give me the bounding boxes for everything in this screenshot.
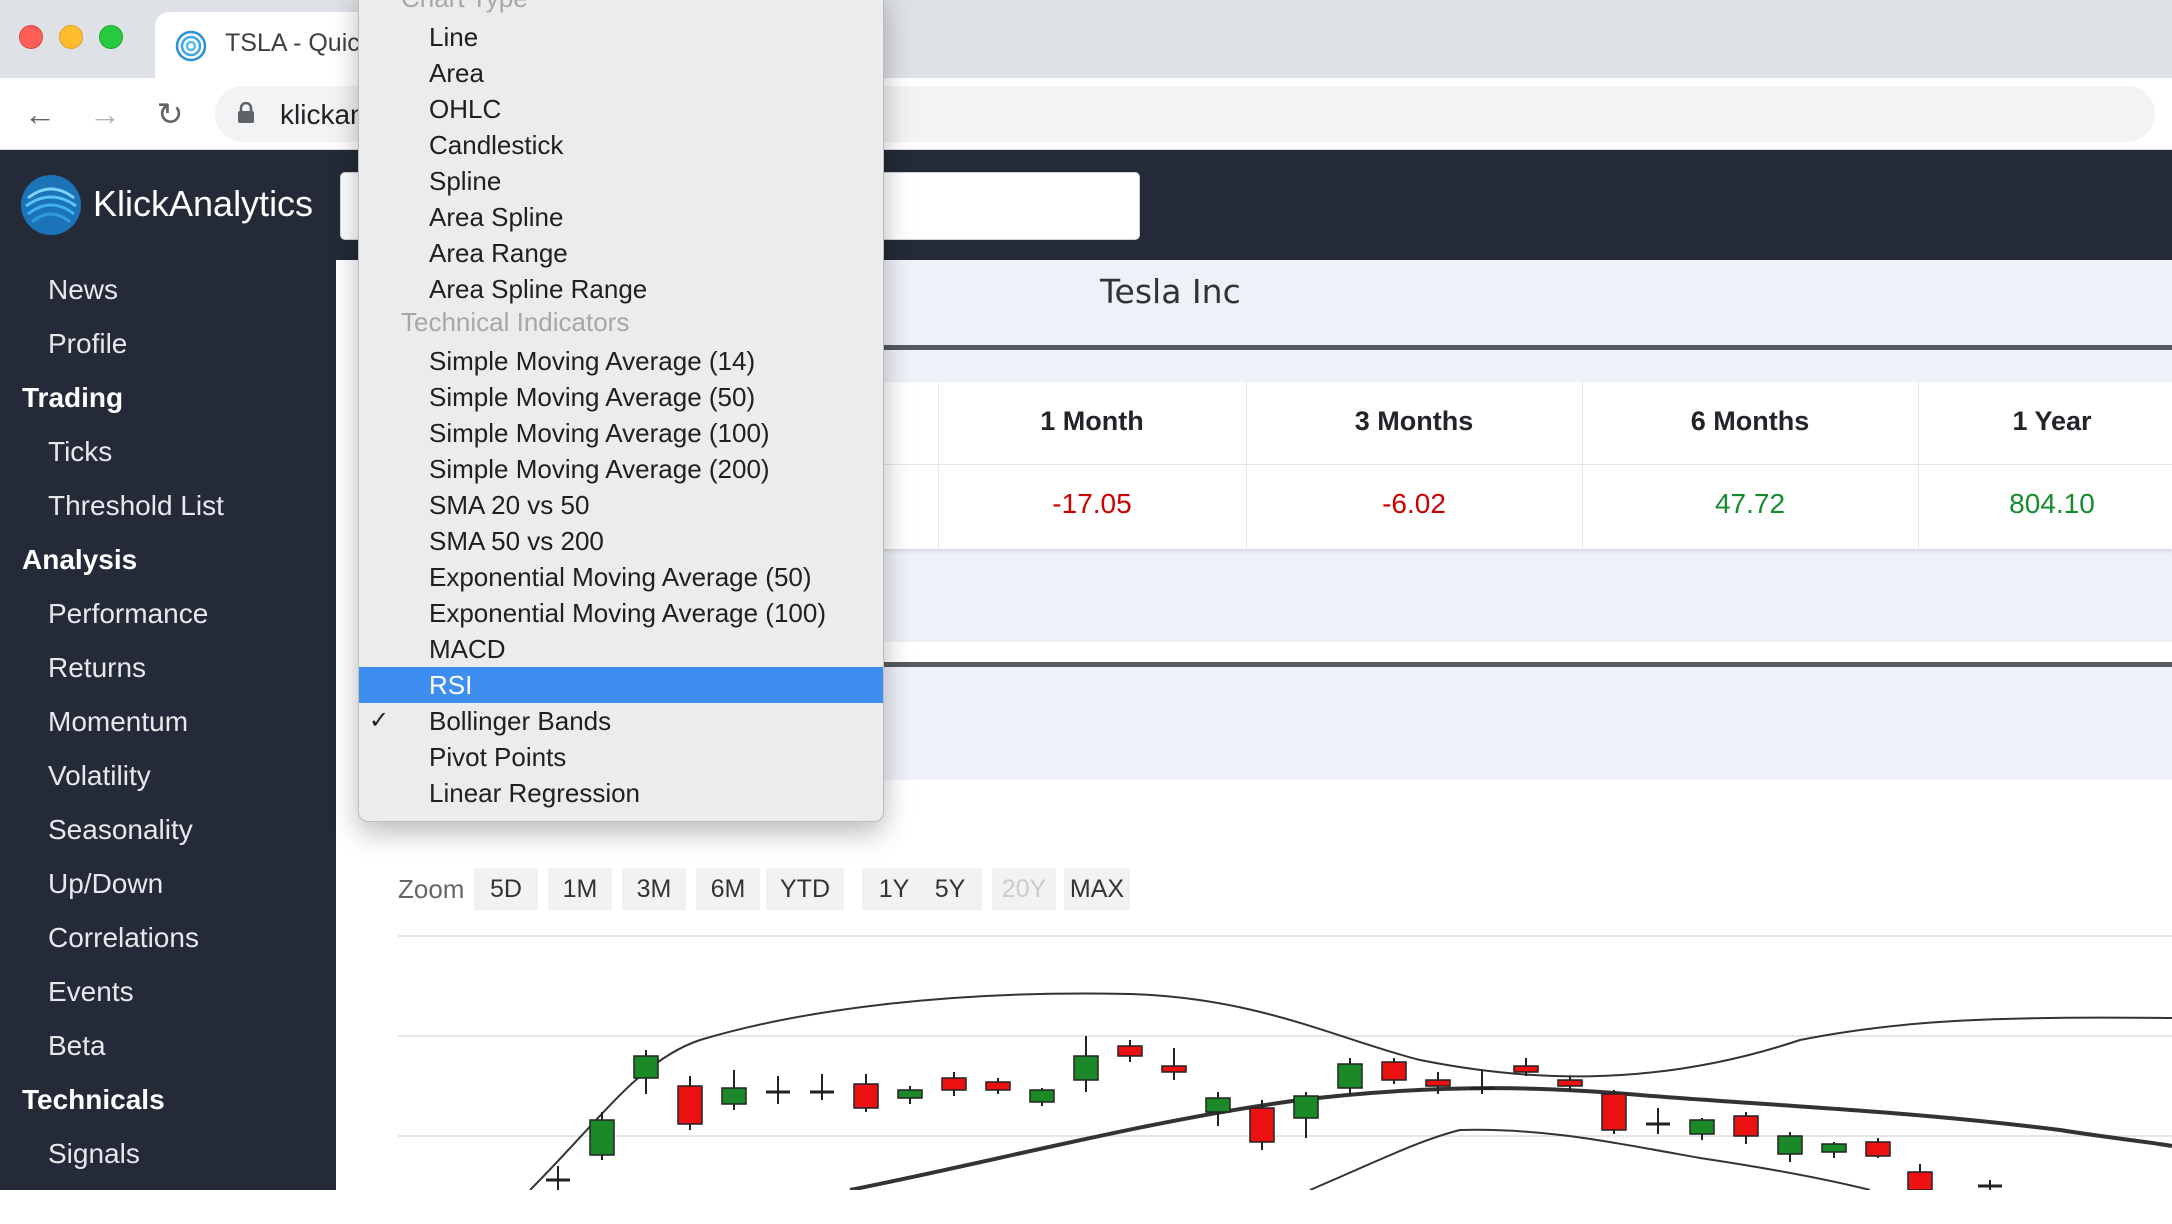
menu-item-label: OHLC	[429, 94, 502, 124]
menu-item-bollinger-bands[interactable]: ✓ Bollinger Bands	[359, 703, 883, 739]
sidebar-item-beta[interactable]: Beta	[48, 1030, 106, 1062]
sidebar-item-ticks[interactable]: Ticks	[48, 436, 112, 468]
brand-name[interactable]: KlickAnalytics	[93, 183, 313, 225]
menu-item-label: Area Spline	[429, 202, 564, 232]
sidebar-item-trading[interactable]: Trading	[22, 382, 123, 414]
menu-item-label: Area Spline Range	[429, 274, 648, 304]
zoom-button-6m[interactable]: 6M	[696, 868, 760, 910]
menu-item-sma-50-vs-200[interactable]: SMA 50 vs 200	[359, 523, 883, 559]
menu-item-ohlc[interactable]: OHLC	[359, 91, 883, 127]
return-value-6-months: 47.72	[1714, 488, 1786, 519]
menu-item-label: Simple Moving Average (100)	[429, 418, 770, 448]
menu-item-exponential-moving-average-50-[interactable]: Exponential Moving Average (50)	[359, 559, 883, 595]
forward-arrow-icon[interactable]: →	[85, 94, 125, 134]
return-value-3-months: -6.02	[1382, 488, 1446, 519]
menu-item-label: Exponential Moving Average (50)	[429, 562, 812, 592]
sidebar-item-returns[interactable]: Returns	[48, 652, 146, 684]
sidebar-item-performance[interactable]: Performance	[48, 598, 208, 630]
menu-item-simple-moving-average-100-[interactable]: Simple Moving Average (100)	[359, 415, 883, 451]
column-header-6-months: 6 Months	[1690, 406, 1810, 436]
zoom-button-1y[interactable]: 1Y	[862, 868, 926, 910]
sidebar-item-volatility[interactable]: Volatility	[48, 760, 151, 792]
reload-icon[interactable]: ↻	[150, 94, 190, 134]
menu-section-chart-type: Chart Type	[401, 0, 528, 14]
sidebar-item-threshold-list[interactable]: Threshold List	[48, 490, 224, 522]
menu-item-label: Simple Moving Average (14)	[429, 346, 756, 376]
zoom-button-3m[interactable]: 3M	[622, 868, 686, 910]
sidebar-item-events[interactable]: Events	[48, 976, 134, 1008]
browser-tab-bar: TSLA - Quick Summary	[0, 0, 2172, 78]
menu-item-area-spline[interactable]: Area Spline	[359, 199, 883, 235]
close-window-button[interactable]	[19, 25, 43, 49]
return-value-1-year: 804.10	[2009, 488, 2095, 519]
menu-item-label: MACD	[429, 634, 506, 664]
browser-toolbar: ← → ↻ klickanalytics.com/quick-summary/T…	[0, 78, 2172, 150]
menu-item-simple-moving-average-200-[interactable]: Simple Moving Average (200)	[359, 451, 883, 487]
menu-item-area-range[interactable]: Area Range	[359, 235, 883, 271]
menu-item-label: Candlestick	[429, 130, 564, 160]
menu-item-line[interactable]: Line	[359, 19, 883, 55]
checkmark-icon: ✓	[369, 707, 390, 734]
chart-title: Tesla Inc	[1100, 272, 1241, 311]
sidebar-item-up-down[interactable]: Up/Down	[48, 868, 163, 900]
menu-item-label: Bollinger Bands	[429, 706, 612, 736]
menu-item-simple-moving-average-14-[interactable]: Simple Moving Average (14)	[359, 343, 883, 379]
back-arrow-icon[interactable]: ←	[20, 94, 60, 134]
menu-item-label: Linear Regression	[429, 778, 641, 808]
zoom-button-5d[interactable]: 5D	[474, 868, 538, 910]
zoom-button-1m[interactable]: 1M	[548, 868, 612, 910]
app-header: KlickAnalytics	[0, 150, 2172, 260]
column-header-1-year: 1 Year	[2012, 406, 2092, 436]
return-value-1-month: -17.05	[1052, 488, 1132, 519]
menu-item-pivot-points[interactable]: Pivot Points	[359, 739, 883, 775]
zoom-button-ytd[interactable]: YTD	[766, 868, 844, 910]
column-header-1-month: 1 Month	[1040, 406, 1144, 436]
menu-item-label: Simple Moving Average (200)	[429, 454, 770, 484]
menu-item-macd[interactable]: MACD	[359, 631, 883, 667]
sidebar: News Profile Trading Ticks Threshold List Ana…	[0, 260, 336, 1223]
menu-item-exponential-moving-average-100-[interactable]: Exponential Moving Average (100)	[359, 595, 883, 631]
menu-item-area[interactable]: Area	[359, 55, 883, 91]
sidebar-item-correlations[interactable]: Correlations	[48, 922, 199, 954]
zoom-button-max[interactable]: MAX	[1064, 868, 1130, 910]
sidebar-item-signals[interactable]: Signals	[48, 1138, 140, 1170]
sidebar-item-analysis[interactable]: Analysis	[22, 544, 137, 576]
klickanalytics-logo-icon	[21, 175, 81, 235]
menu-item-label: Simple Moving Average (50)	[429, 382, 756, 412]
chart-area	[378, 780, 2172, 1190]
menu-section-technical-indicators: Technical Indicators	[401, 307, 630, 337]
menu-item-spline[interactable]: Spline	[359, 163, 883, 199]
maximize-window-button[interactable]	[99, 25, 123, 49]
sidebar-item-momentum[interactable]: Momentum	[48, 706, 188, 738]
menu-item-rsi[interactable]: RSI	[359, 667, 883, 703]
sidebar-item-profile[interactable]: Profile	[48, 328, 127, 360]
zoom-button-5y[interactable]: 5Y	[918, 868, 982, 910]
lock-icon	[238, 102, 254, 123]
menu-item-label: Area Range	[429, 238, 568, 268]
menu-item-sma-20-vs-50[interactable]: SMA 20 vs 50	[359, 487, 883, 523]
menu-item-linear-regression[interactable]: Linear Regression	[359, 775, 883, 811]
menu-item-candlestick[interactable]: Candlestick	[359, 127, 883, 163]
menu-item-area-spline-range[interactable]: Area Spline Range	[359, 271, 883, 307]
menu-item-label: Area	[429, 58, 484, 88]
column-header-3-months: 3 Months	[1354, 406, 1474, 436]
chart-type-dropdown-menu: Chart Type Line Area OHLC Candlestick Spline A…	[358, 0, 884, 822]
sidebar-item-analyst[interactable]: Analyst	[22, 1192, 123, 1224]
sidebar-item-seasonality[interactable]: Seasonality	[48, 814, 193, 846]
menu-item-label: Spline	[429, 166, 502, 196]
menu-item-label: SMA 50 vs 200	[429, 526, 604, 556]
minimize-window-button[interactable]	[59, 25, 83, 49]
klickanalytics-favicon-icon	[175, 30, 207, 62]
menu-item-label: Pivot Points	[429, 742, 567, 772]
menu-item-label: RSI	[429, 670, 473, 700]
menu-item-simple-moving-average-50-[interactable]: Simple Moving Average (50)	[359, 379, 883, 415]
menu-item-label: Exponential Moving Average (100)	[429, 598, 826, 628]
zoom-button-20y[interactable]: 20Y	[992, 868, 1056, 910]
sidebar-item-technicals[interactable]: Technicals	[22, 1084, 165, 1116]
zoom-label: Zoom	[398, 874, 465, 904]
menu-item-label: SMA 20 vs 50	[429, 490, 590, 520]
menu-item-label: Line	[429, 22, 479, 52]
